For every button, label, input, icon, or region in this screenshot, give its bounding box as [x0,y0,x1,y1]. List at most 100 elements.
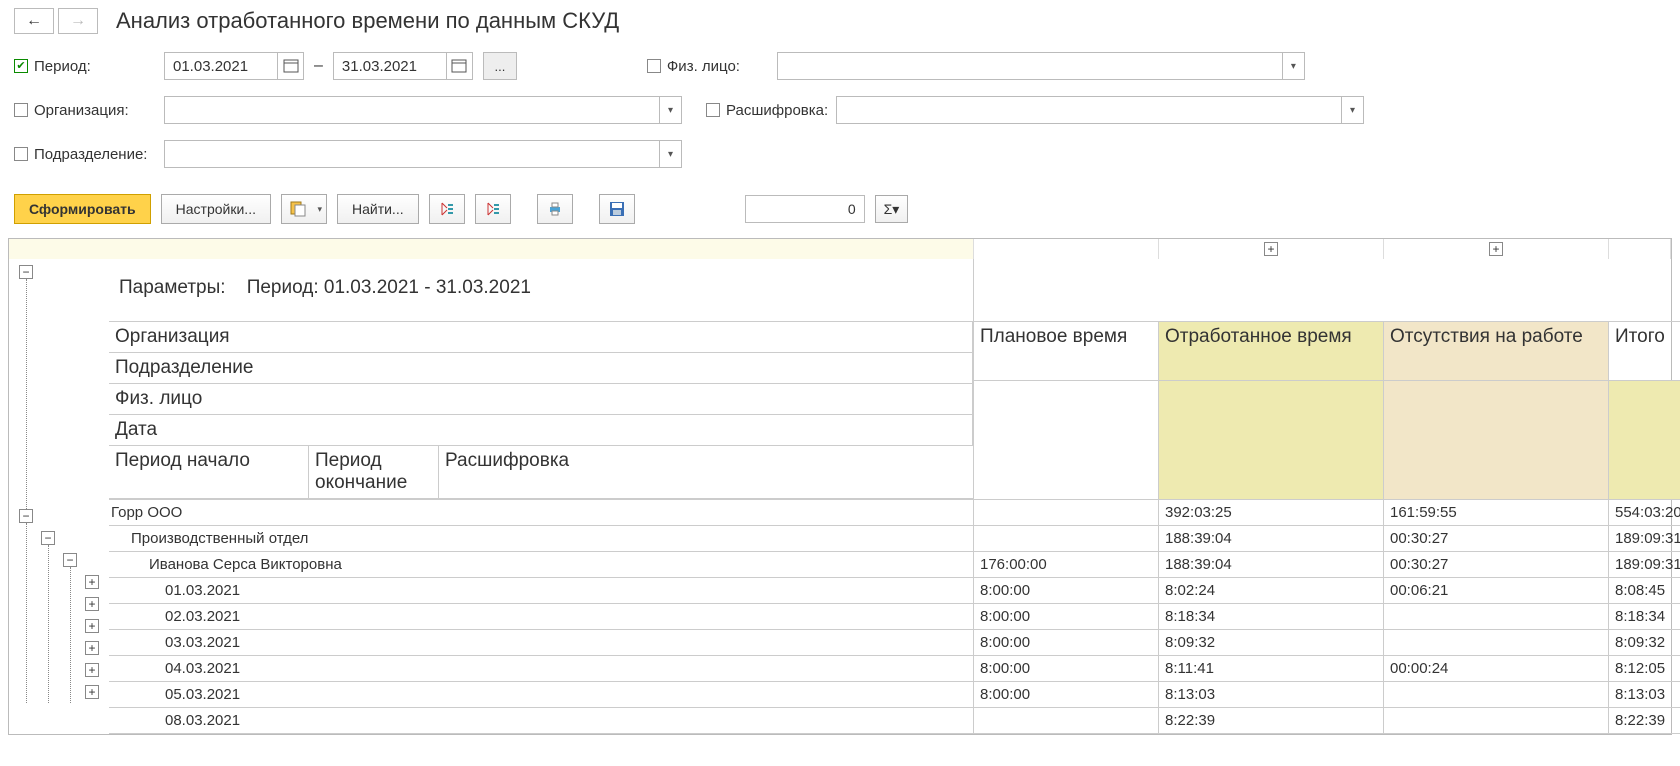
sub-checkbox[interactable] [14,147,28,161]
row-plan: 8:00:00 [974,682,1159,708]
header-plan: Плановое время [974,322,1159,381]
row-absent [1384,682,1609,708]
rassh-label-wrap: Расшифровка: [706,102,836,119]
toolbar: Сформировать Настройки... ▾ Найти... 0 Σ… [0,190,1680,232]
row-total: 8:09:32 [1609,630,1680,656]
period-choose-button[interactable]: ... [483,52,517,80]
expand-all-button[interactable] [429,194,465,224]
tree-toggle-top[interactable]: − [19,265,33,279]
rassh-combo[interactable]: ▾ [836,96,1364,124]
tree-toggle-date[interactable]: + [85,641,99,655]
tree-toggle-date[interactable]: + [85,597,99,611]
chevron-down-icon[interactable]: ▾ [659,97,681,123]
filters-panel: ✔ Период: 01.03.2021 – 31.03.2021 ... Ф [0,44,1680,190]
header-period-start: Период начало [109,446,309,499]
row-label[interactable]: Производственный отдел [109,526,974,552]
row-worked: 8:18:34 [1159,604,1384,630]
expand-bar: + + [9,239,1671,259]
report-area: + + − − − − + + [8,238,1672,735]
calendar-icon[interactable] [446,53,472,79]
print-button[interactable] [537,194,573,224]
col-expand-worked[interactable]: + [1264,242,1278,256]
header-date: Дата [109,415,973,446]
calendar-icon[interactable] [277,53,303,79]
period-to-input[interactable]: 31.03.2021 [333,52,473,80]
row-worked: 188:39:04 [1159,526,1384,552]
tree-toggle-person[interactable]: − [63,553,77,567]
sum-button[interactable]: Σ▾ [875,195,909,223]
rassh-label: Расшифровка: [726,102,828,119]
tree-toggle-subdiv[interactable]: − [41,531,55,545]
row-plan: 8:00:00 [974,630,1159,656]
row-plan [974,708,1159,734]
row-label[interactable]: 02.03.2021 [109,604,974,630]
header-phys: Физ. лицо [109,384,973,415]
period-from-input[interactable]: 01.03.2021 [164,52,304,80]
org-label: Организация: [34,102,129,119]
row-label[interactable]: Горр ООО [109,500,974,526]
header-sub: Подразделение [109,353,973,384]
tree-toggle-date[interactable]: + [85,575,99,589]
row-label[interactable]: 01.03.2021 [109,578,974,604]
chevron-down-icon[interactable]: ▾ [1282,53,1304,79]
phys-checkbox[interactable] [647,59,661,73]
sum-value-input[interactable]: 0 [745,195,865,223]
row-plan: 8:00:00 [974,604,1159,630]
period-dash: – [314,57,323,75]
row-worked: 8:02:24 [1159,578,1384,604]
printer-icon [547,201,563,217]
collapse-all-button[interactable] [475,194,511,224]
row-total: 189:09:31 [1609,552,1680,578]
header-absent: Отсутствия на работе [1384,322,1609,381]
sub-combo[interactable]: ▾ [164,140,682,168]
row-label[interactable]: 04.03.2021 [109,656,974,682]
row-absent [1384,708,1609,734]
period-label: Период: [34,58,91,75]
tree-toggle-date[interactable]: + [85,663,99,677]
save-button[interactable] [599,194,635,224]
group-header-cell: Организация Подразделение Физ. лицо Дата… [109,322,974,500]
collapse-icon [485,201,501,217]
col-expand-absent[interactable]: + [1489,242,1503,256]
nav-back-button[interactable]: ← [14,8,54,34]
org-checkbox[interactable] [14,103,28,117]
row-absent: 00:30:27 [1384,526,1609,552]
row-label[interactable]: 03.03.2021 [109,630,974,656]
tree-toggle-date[interactable]: + [85,685,99,699]
row-label[interactable]: 05.03.2021 [109,682,974,708]
form-button[interactable]: Сформировать [14,194,151,224]
org-combo[interactable]: ▾ [164,96,682,124]
period-checkbox[interactable]: ✔ [14,59,28,73]
phys-label-wrap: Физ. лицо: [647,58,777,75]
chevron-down-icon[interactable]: ▾ [659,141,681,167]
row-total: 8:13:03 [1609,682,1680,708]
find-button[interactable]: Найти... [337,194,419,224]
row-label[interactable]: Иванова Серса Викторовна [109,552,974,578]
rassh-checkbox[interactable] [706,103,720,117]
org-label-wrap: Организация: [14,102,164,119]
variants-button[interactable]: ▾ [281,194,327,224]
chevron-down-icon: ▾ [892,201,899,218]
arrow-left-icon: ← [26,13,42,29]
row-total: 554:03:20 [1609,500,1680,526]
row-absent: 161:59:55 [1384,500,1609,526]
chevron-down-icon[interactable]: ▾ [1341,97,1363,123]
phys-combo[interactable]: ▾ [777,52,1305,80]
sub-label-wrap: Подразделение: [14,146,164,163]
row-label[interactable]: 08.03.2021 [109,708,974,734]
row-plan: 8:00:00 [974,656,1159,682]
tree-toggle-org[interactable]: − [19,509,33,523]
row-plan: 176:00:00 [974,552,1159,578]
expand-icon [439,201,455,217]
header-period-end: Период окончание [309,446,439,499]
settings-button[interactable]: Настройки... [161,194,271,224]
tree-toggle-date[interactable]: + [85,619,99,633]
header-org: Организация [109,322,973,353]
row-total: 8:12:05 [1609,656,1680,682]
nav-forward-button[interactable]: → [58,8,98,34]
report-variant-icon [290,201,306,217]
row-worked: 8:09:32 [1159,630,1384,656]
row-absent: 00:06:21 [1384,578,1609,604]
row-plan [974,526,1159,552]
sub-label: Подразделение: [34,146,147,163]
